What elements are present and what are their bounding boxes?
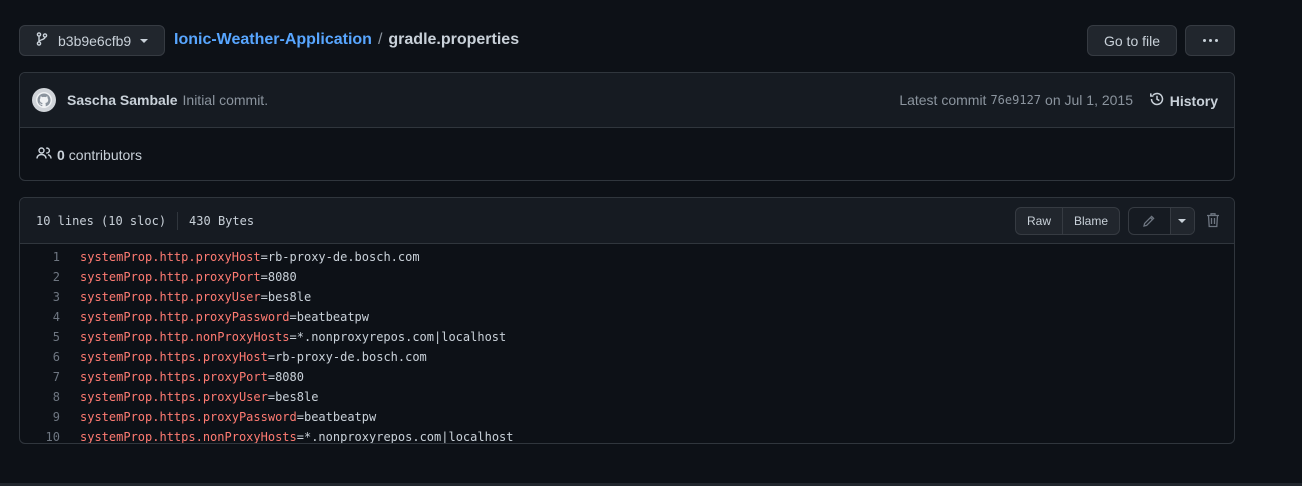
line-number[interactable]: 6	[20, 350, 64, 364]
code-line: 8 systemProp.https.proxyUser=bes8le	[20, 387, 1234, 407]
line-number[interactable]: 2	[20, 270, 64, 284]
commit-meta: Latest commit 76e9127 on Jul 1, 2015	[899, 92, 1133, 108]
breadcrumb-repo-link[interactable]: Ionic-Weather-Application	[174, 31, 372, 49]
property-value: =beatbeatpw	[296, 410, 377, 424]
property-key: systemProp.http.nonProxyHosts	[80, 330, 290, 344]
code-line: 1 systemProp.http.proxyHost=rb-proxy-de.…	[20, 247, 1234, 267]
branch-selector-button[interactable]: b3b9e6cfb9	[19, 25, 165, 56]
trash-icon	[1207, 213, 1219, 228]
latest-commit-box: Sascha Sambale Initial commit. Latest co…	[19, 72, 1235, 181]
file-viewer: 10 lines (10 sloc) 430 Bytes Raw Blame 1…	[19, 197, 1235, 444]
raw-button[interactable]: Raw	[1016, 208, 1062, 234]
commit-date: on Jul 1, 2015	[1045, 92, 1133, 108]
property-key: systemProp.https.nonProxyHosts	[80, 430, 297, 444]
pencil-icon	[1143, 215, 1155, 227]
line-number[interactable]: 7	[20, 370, 64, 384]
more-options-button[interactable]	[1185, 25, 1235, 56]
history-link[interactable]: History	[1149, 91, 1218, 110]
property-key: systemProp.http.proxyPassword	[80, 310, 290, 324]
breadcrumb-separator: /	[377, 31, 383, 48]
contributors-row: 0 contributors	[20, 128, 1234, 180]
line-number[interactable]: 9	[20, 410, 64, 424]
breadcrumb-file-name: gradle.properties	[388, 31, 520, 48]
commit-author[interactable]: Sascha Sambale	[67, 92, 178, 108]
property-key: systemProp.https.proxyHost	[80, 350, 268, 364]
edit-options-dropdown[interactable]	[1169, 208, 1194, 234]
blame-button[interactable]: Blame	[1062, 208, 1119, 234]
raw-blame-group: Raw Blame	[1015, 207, 1121, 235]
property-value: =*.nonproxyrepos.com|localhost	[289, 330, 507, 344]
property-key: systemProp.http.proxyPort	[80, 270, 261, 284]
latest-commit-label: Latest commit	[899, 92, 987, 108]
property-key: systemProp.https.proxyPort	[80, 370, 268, 384]
code-line: 9 systemProp.https.proxyPassword=beatbea…	[20, 407, 1234, 427]
property-key: systemProp.https.proxyPassword	[80, 410, 297, 424]
property-value: =bes8le	[260, 290, 312, 304]
chevron-down-icon	[140, 38, 149, 43]
property-value: =rb-proxy-de.bosch.com	[260, 250, 420, 264]
property-key: systemProp.https.proxyUser	[80, 390, 268, 404]
code-line: 7 systemProp.https.proxyPort=8080	[20, 367, 1234, 387]
contributors-count[interactable]: 0	[57, 147, 65, 163]
edit-button-group	[1128, 207, 1195, 235]
avatar[interactable]	[32, 88, 56, 112]
property-key: systemProp.http.proxyHost	[80, 250, 261, 264]
file-info-divider	[177, 211, 179, 230]
people-icon	[36, 145, 57, 164]
kebab-icon	[1202, 39, 1218, 42]
property-value: =8080	[267, 370, 304, 384]
git-branch-icon	[36, 32, 48, 49]
code-body: 1 systemProp.http.proxyHost=rb-proxy-de.…	[20, 244, 1234, 444]
branch-name: b3b9e6cfb9	[58, 32, 132, 49]
delete-file-button[interactable]	[1206, 212, 1220, 231]
property-value: =rb-proxy-de.bosch.com	[267, 350, 427, 364]
property-value: =*.nonproxyrepos.com|localhost	[296, 430, 514, 444]
code-line: 2 systemProp.http.proxyPort=8080	[20, 267, 1234, 287]
code-line: 10 systemProp.https.nonProxyHosts=*.nonp…	[20, 427, 1234, 444]
file-size: 430 Bytes	[189, 213, 255, 228]
line-number[interactable]: 8	[20, 390, 64, 404]
contributors-label[interactable]: contributors	[69, 147, 142, 163]
code-line: 5 systemProp.http.nonProxyHosts=*.nonpro…	[20, 327, 1234, 347]
property-value: =beatbeatpw	[289, 310, 369, 324]
code-line: 3 systemProp.http.proxyUser=bes8le	[20, 287, 1234, 307]
property-value: =8080	[260, 270, 297, 284]
line-number[interactable]: 3	[20, 290, 64, 304]
code-line: 6 systemProp.https.proxyHost=rb-proxy-de…	[20, 347, 1234, 367]
line-number[interactable]: 5	[20, 330, 64, 344]
line-number[interactable]: 4	[20, 310, 64, 324]
history-icon	[1149, 91, 1170, 110]
breadcrumb: Ionic-Weather-Application / gradle.prope…	[174, 31, 519, 49]
file-header: 10 lines (10 sloc) 430 Bytes Raw Blame	[20, 198, 1234, 244]
edit-file-button[interactable]	[1129, 208, 1170, 234]
commit-row: Sascha Sambale Initial commit. Latest co…	[20, 73, 1234, 128]
file-nav-bar: b3b9e6cfb9 Ionic-Weather-Application / g…	[19, 25, 1235, 56]
property-key: systemProp.http.proxyUser	[80, 290, 261, 304]
commit-sha-link[interactable]: 76e9127	[990, 93, 1041, 107]
commit-message[interactable]: Initial commit.	[183, 92, 269, 108]
go-to-file-button[interactable]: Go to file	[1087, 25, 1177, 56]
property-value: =bes8le	[267, 390, 319, 404]
line-number[interactable]: 10	[20, 430, 64, 443]
line-number[interactable]: 1	[20, 250, 64, 264]
file-lines-info: 10 lines (10 sloc)	[36, 213, 167, 228]
chevron-down-icon	[1178, 219, 1187, 223]
code-line: 4 systemProp.http.proxyPassword=beatbeat…	[20, 307, 1234, 327]
history-label: History	[1169, 92, 1218, 109]
